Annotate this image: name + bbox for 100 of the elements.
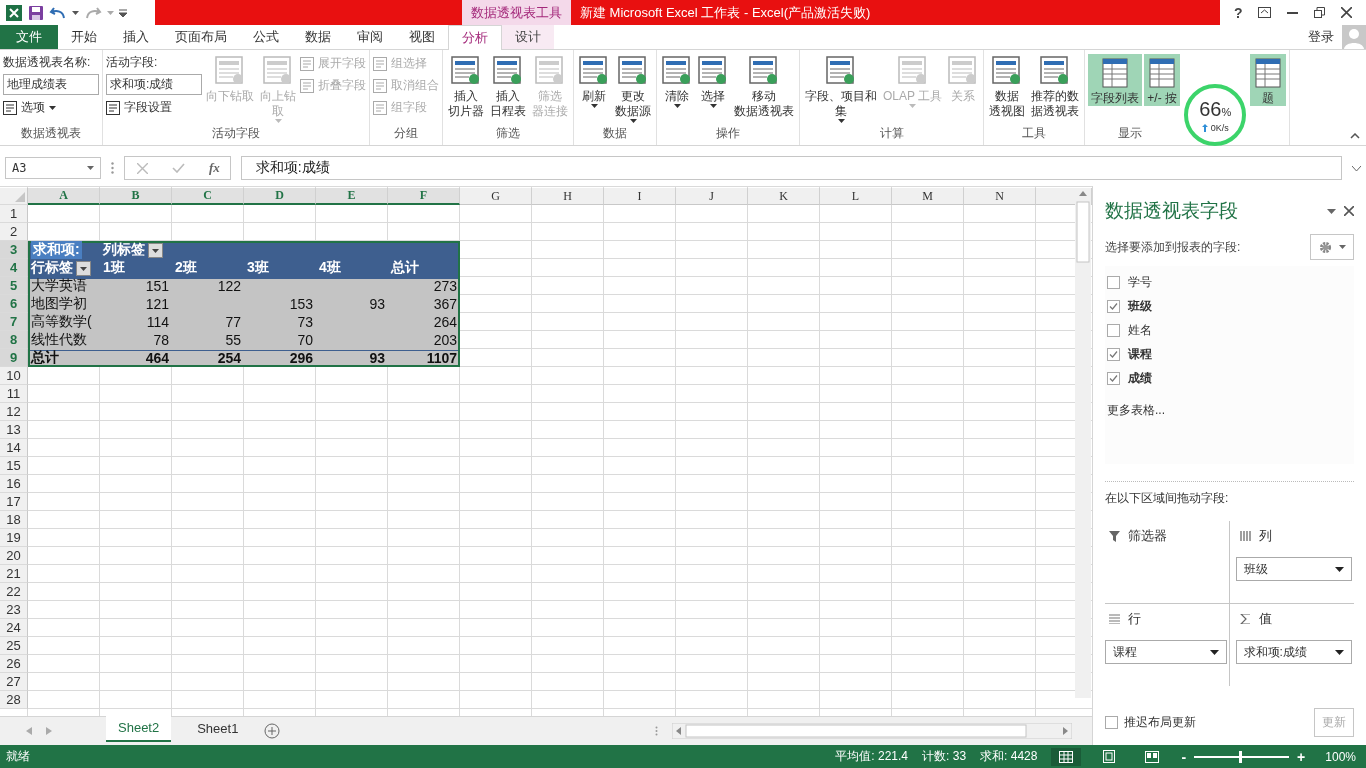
row-header[interactable]: 3	[0, 241, 28, 259]
row-header[interactable]: 1	[0, 205, 28, 223]
caret-icon[interactable]	[1327, 208, 1336, 214]
toggle-button[interactable]: 字段列表	[1088, 54, 1143, 106]
area-field-dropdown[interactable]: 课程	[1105, 640, 1227, 664]
row-header[interactable]: 24	[0, 619, 28, 637]
ribbon-tab[interactable]: 公式	[240, 25, 292, 49]
ribbon-tab[interactable]: 数据	[292, 25, 344, 49]
column-header[interactable]: D	[244, 188, 316, 205]
ribbon-tab[interactable]: 开始	[58, 25, 110, 49]
column-header[interactable]: F	[388, 188, 460, 205]
row-header[interactable]: 19	[0, 529, 28, 547]
ribbon-button[interactable]: 清除	[660, 54, 694, 108]
column-header[interactable]: M	[892, 188, 964, 205]
row-header[interactable]: 21	[0, 565, 28, 583]
formula-input[interactable]: 求和项:成绩	[240, 156, 1342, 180]
ribbon-button[interactable]: 插入 日程表	[488, 54, 528, 119]
close-icon[interactable]	[1341, 7, 1352, 18]
ribbon-button[interactable]: 推荐的数 据透视表	[1029, 54, 1082, 119]
column-header[interactable]: G	[460, 188, 532, 205]
field-label[interactable]: 课程	[1128, 346, 1152, 363]
checkbox[interactable]	[1107, 372, 1120, 385]
field-label[interactable]: 班级	[1128, 298, 1152, 315]
row-header[interactable]: 2	[0, 223, 28, 241]
row-header[interactable]: 28	[0, 691, 28, 709]
ribbon-display-icon[interactable]	[1258, 7, 1272, 18]
input-field[interactable]: 地理成绩表	[3, 74, 99, 95]
ribbon-tab[interactable]: 分析	[448, 25, 502, 50]
name-box[interactable]: A3	[5, 157, 101, 179]
ribbon-tab[interactable]: 文件	[0, 25, 58, 49]
column-header[interactable]: I	[604, 188, 676, 205]
row-header[interactable]: 22	[0, 583, 28, 601]
zoom-level[interactable]: 100%	[1325, 749, 1356, 764]
ribbon-tab[interactable]: 审阅	[344, 25, 396, 49]
row-header[interactable]: 12	[0, 403, 28, 421]
zoom-slider-thumb[interactable]	[1238, 750, 1242, 763]
checkbox[interactable]	[1107, 324, 1120, 337]
column-header[interactable]: L	[820, 188, 892, 205]
filter-dropdown-icon[interactable]	[148, 242, 163, 258]
row-header[interactable]: 16	[0, 475, 28, 493]
row-header[interactable]: 25	[0, 637, 28, 655]
ribbon-button[interactable]: 字段设置	[106, 98, 202, 117]
restore-icon[interactable]	[1314, 7, 1326, 18]
ribbon-button[interactable]: 数据 透视图	[987, 54, 1028, 119]
save-icon[interactable]	[28, 4, 44, 21]
row-header[interactable]: 8	[0, 331, 28, 349]
column-header[interactable]: C	[172, 188, 244, 205]
checkbox[interactable]	[1107, 276, 1120, 289]
zoom-in-button[interactable]: +	[1297, 748, 1306, 765]
field-label[interactable]: 姓名	[1128, 322, 1152, 339]
ribbon-tab[interactable]: 视图	[396, 25, 448, 49]
row-header[interactable]: 5	[0, 277, 28, 295]
row-header[interactable]: 4	[0, 259, 28, 277]
row-header[interactable]: 6	[0, 295, 28, 313]
column-header[interactable]: K	[748, 188, 820, 205]
ribbon-tab[interactable]: 设计	[502, 25, 554, 49]
ribbon-button[interactable]: 选择	[696, 54, 730, 108]
checkbox[interactable]	[1107, 300, 1120, 313]
row-header[interactable]: 11	[0, 385, 28, 403]
zoom-out-button[interactable]: -	[1181, 748, 1187, 765]
ribbon-button[interactable]: 刷新	[577, 54, 611, 108]
normal-view-button[interactable]	[1051, 747, 1082, 766]
area-field-dropdown[interactable]: 求和项:成绩	[1235, 640, 1352, 664]
checkbox[interactable]	[1107, 348, 1120, 361]
sign-in-link[interactable]: 登录	[1308, 25, 1342, 49]
ribbon-button[interactable]: 插入 切片器	[446, 54, 486, 119]
ribbon-button[interactable]: 字段、项目和 集	[803, 54, 879, 123]
column-header[interactable]: H	[532, 188, 604, 205]
toggle-button[interactable]: 题	[1250, 54, 1287, 106]
toggle-button[interactable]: +/- 按	[1144, 54, 1181, 106]
row-header[interactable]: 15	[0, 457, 28, 475]
help-button[interactable]: ?	[1233, 4, 1243, 21]
tools-button[interactable]	[1310, 234, 1354, 260]
column-header[interactable]: N	[964, 188, 1036, 205]
column-header[interactable]: A	[28, 188, 100, 205]
row-header[interactable]: 10	[0, 367, 28, 385]
vertical-scrollbar[interactable]	[1075, 188, 1091, 698]
ribbon-tab[interactable]: 页面布局	[162, 25, 240, 49]
row-header[interactable]: 9	[0, 349, 28, 367]
sheet-tab[interactable]: Sheet1	[185, 716, 251, 741]
row-header[interactable]: 23	[0, 601, 28, 619]
ribbon-button[interactable]: 更改 数据源	[613, 54, 653, 123]
row-header[interactable]: 26	[0, 655, 28, 673]
checkbox[interactable]	[1105, 716, 1118, 729]
more-tables-link[interactable]: 更多表格...	[1107, 402, 1352, 419]
row-header[interactable]: 27	[0, 673, 28, 691]
checkbox-label[interactable]: 推迟布局更新	[1124, 714, 1196, 731]
minimize-icon[interactable]	[1287, 11, 1299, 14]
input-field[interactable]: 求和项:成绩	[106, 74, 202, 95]
field-label[interactable]: 成绩	[1128, 370, 1152, 387]
row-header[interactable]: 18	[0, 511, 28, 529]
caret-icon[interactable]	[72, 10, 79, 15]
expand-icon[interactable]	[1352, 165, 1361, 171]
row-header[interactable]: 14	[0, 439, 28, 457]
close-icon[interactable]	[1344, 206, 1354, 216]
row-header[interactable]: 17	[0, 493, 28, 511]
ribbon-tab[interactable]: 插入	[110, 25, 162, 49]
row-header[interactable]: 13	[0, 421, 28, 439]
column-header[interactable]: E	[316, 188, 388, 205]
excel-logo-icon[interactable]	[5, 3, 23, 22]
